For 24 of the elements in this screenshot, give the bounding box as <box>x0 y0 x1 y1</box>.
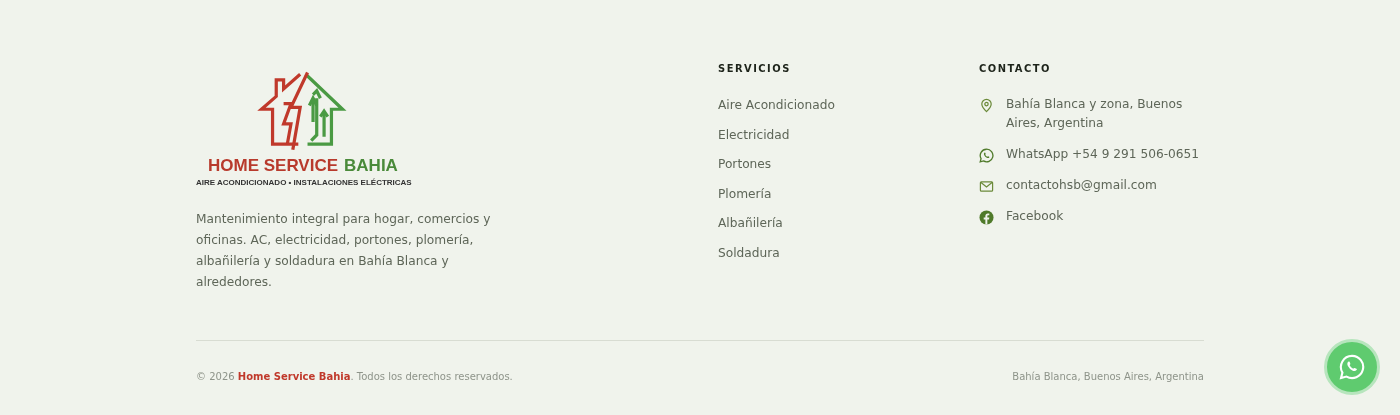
contact-link[interactable]: Facebook <box>1006 207 1064 226</box>
brand-tagline: AIRE ACONDICIONADO • INSTALACIONES ELÉCTRICAS <box>196 178 412 187</box>
location-pin-icon <box>979 98 994 113</box>
facebook-icon <box>979 210 994 225</box>
footer-location: Bahía Blanca, Buenos Aires, Argentina <box>1012 371 1204 382</box>
column-heading: CONTACTO <box>979 62 1051 75</box>
service-link[interactable]: Aire Acondicionado <box>718 97 835 113</box>
service-link[interactable]: Albañilería <box>718 215 783 231</box>
whatsapp-icon <box>979 148 994 163</box>
mail-icon <box>979 179 994 194</box>
service-link[interactable]: Portones <box>718 156 772 172</box>
service-link[interactable]: Plomería <box>718 185 772 202</box>
service-link[interactable]: Electricidad <box>718 126 790 143</box>
contact-link[interactable]: Bahía Blanca y zona, Buenos Aires, Argentina <box>1006 95 1204 133</box>
service-link[interactable]: Soldadura <box>718 244 780 261</box>
contact-link[interactable]: contactohsb@gmail.com <box>1006 176 1157 195</box>
copyright-text: © 2026 Home Service Bahia. Todos los derechos reservados. <box>196 371 513 382</box>
contact-link[interactable]: WhatsApp +54 9 291 506-0651 <box>1006 145 1200 164</box>
column-heading: SERVICIOS <box>718 62 791 75</box>
whatsapp-icon <box>1338 353 1366 381</box>
whatsapp-chat-button[interactable] <box>1324 339 1380 395</box>
brand-name-accent: BAHIA <box>344 156 398 176</box>
brand-description: Mantenimiento integral para hogar, comercios y oficinas. AC, electricidad, portones, plomería, albañilería y soldadura en Bahía Blanca y alrededores. <box>196 211 492 291</box>
brand-name: HOME SERVICE <box>208 156 339 176</box>
